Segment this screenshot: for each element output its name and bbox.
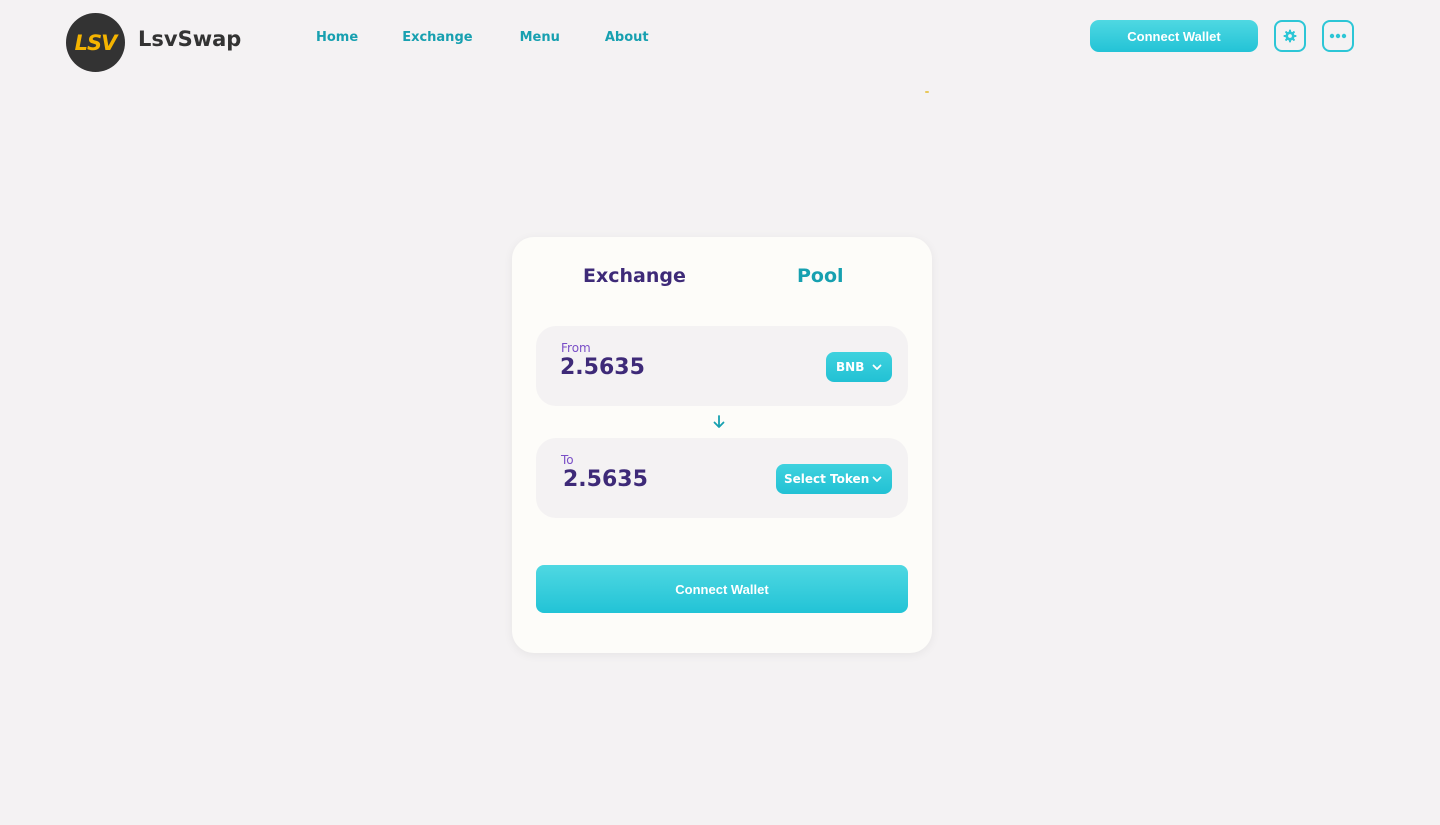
connect-wallet-button[interactable]: Connect Wallet [536,565,908,613]
nav-exchange[interactable]: Exchange [402,28,472,48]
more-dots-icon [1329,33,1347,39]
to-token-label: Select Token [784,472,870,486]
tab-pool[interactable]: Pool [797,264,844,288]
logo[interactable]: LSV [66,13,125,72]
chevron-down-icon [872,364,882,370]
arrow-down-icon[interactable] [712,414,726,430]
main-nav: Home Exchange Menu About [316,28,649,48]
from-token-select[interactable]: BNB [826,352,892,382]
to-token-select[interactable]: Select Token [776,464,892,494]
tab-exchange[interactable]: Exchange [583,264,686,288]
logo-text: LSV [74,30,118,55]
nav-about[interactable]: About [605,28,649,48]
gear-icon [1283,29,1297,43]
nav-home[interactable]: Home [316,28,358,48]
chevron-down-icon [872,476,882,482]
to-panel: To 2.5635 Select Token [536,438,908,518]
to-amount-input[interactable]: 2.5635 [563,467,763,493]
connect-wallet-header-button[interactable]: Connect Wallet [1090,20,1258,52]
from-label: From [561,341,591,355]
more-options-button[interactable] [1322,20,1354,52]
decorative-mark [925,91,929,93]
header: LSV LsvSwap Home Exchange Menu About Con… [0,0,1440,84]
brand-name[interactable]: LsvSwap [138,25,241,53]
from-amount-input[interactable]: 2.5635 [560,355,760,381]
from-token-label: BNB [836,360,865,374]
settings-button[interactable] [1274,20,1306,52]
from-panel: From 2.5635 BNB [536,326,908,406]
to-label: To [561,453,574,467]
nav-menu[interactable]: Menu [520,28,560,48]
swap-card: Exchange Pool From 2.5635 BNB To 2.5635 … [512,237,932,653]
